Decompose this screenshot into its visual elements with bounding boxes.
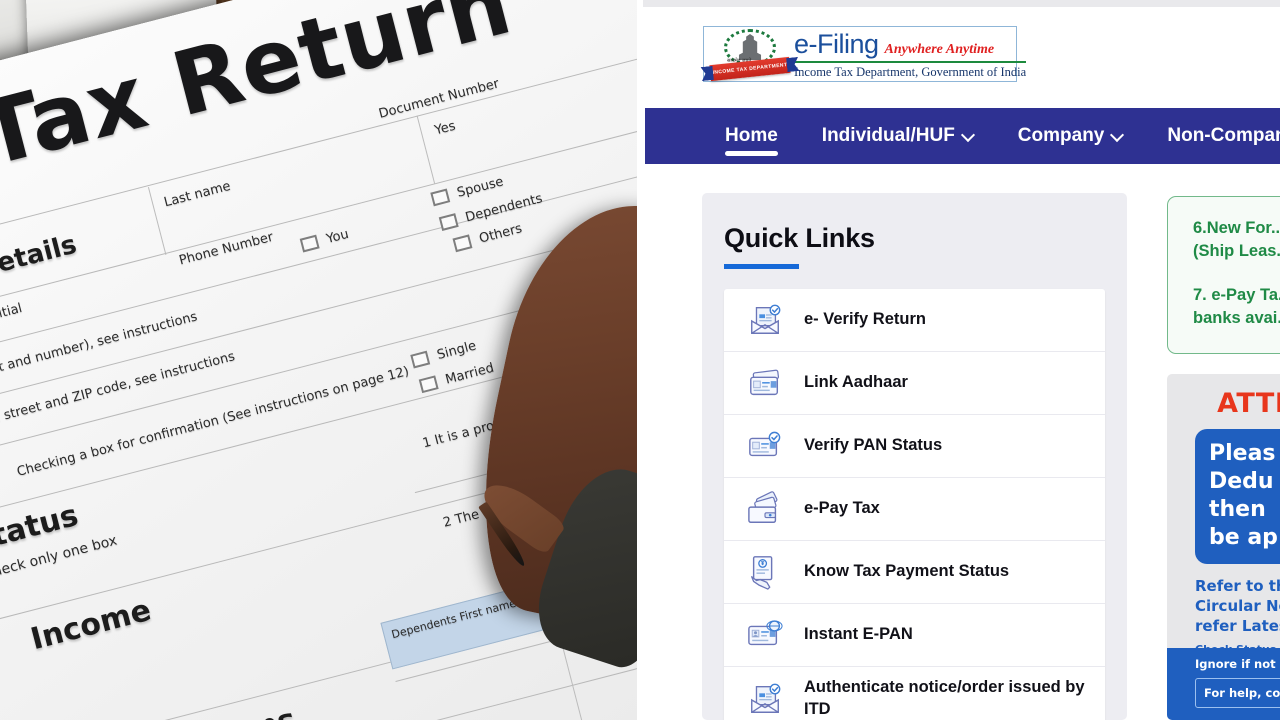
form-income-heading: Income bbox=[27, 592, 155, 658]
update-line-4: banks avai... bbox=[1193, 309, 1280, 328]
update-line-3: 7. e-Pay Ta... bbox=[1193, 285, 1280, 304]
nav-item-home-label: Home bbox=[725, 125, 778, 146]
form-single-label: Single bbox=[435, 338, 478, 363]
form-checkbox-dependents bbox=[438, 213, 459, 231]
quick-links-title: Quick Links bbox=[724, 223, 875, 253]
wallet-cards-icon bbox=[746, 491, 784, 527]
attention-footer: Ignore if not applica For help, contact … bbox=[1167, 648, 1280, 720]
update-line-1: 6.New For... bbox=[1193, 219, 1280, 237]
quick-link-label: Know Tax Payment Status bbox=[804, 562, 1010, 581]
form-you-label: You bbox=[324, 226, 351, 247]
form-confirmation-label: Checking a box for confirmation (See ins… bbox=[15, 364, 411, 480]
form-checkbox-you bbox=[299, 234, 320, 253]
attention-blue-block: Pleas Dedu then be ap bbox=[1195, 429, 1280, 564]
attention-refer-line-3: refer Latest bbox=[1195, 617, 1280, 636]
quick-link-label: Authenticate notice/order issued by ITD bbox=[804, 678, 1085, 718]
chevron-down-icon bbox=[963, 129, 974, 140]
quick-link-instant-e-pan[interactable]: Instant E-PAN bbox=[724, 604, 1105, 667]
latest-updates-card[interactable]: 6.New For... (Ship Leas... 7. e-Pay Ta..… bbox=[1167, 196, 1280, 354]
quick-links-panel: Quick Links e- Verify Return Link Aadhaa… bbox=[702, 193, 1127, 720]
tax-return-photo: Tax Return Document Number ...nal Detail… bbox=[0, 0, 637, 720]
nav-item-individual-huf[interactable]: Individual/HUF bbox=[800, 108, 996, 164]
form-checkbox-single bbox=[410, 350, 431, 369]
brand-tagline: Anywhere Anytime bbox=[884, 41, 995, 57]
screenshot-root: Tax Return Document Number ...nal Detail… bbox=[0, 0, 1280, 720]
quick-link-e-pay-tax[interactable]: e-Pay Tax bbox=[724, 478, 1105, 541]
attention-blue-line-3: then bbox=[1209, 497, 1266, 523]
id-card-check-icon bbox=[746, 428, 784, 464]
form-personal-details-label: ...nal Details bbox=[0, 229, 80, 306]
quick-link-label: Verify PAN Status bbox=[804, 436, 943, 455]
brand-name: e-Filing bbox=[794, 28, 879, 59]
attention-blue-line-4: be ap bbox=[1209, 525, 1278, 551]
site-logo[interactable]: सत्यमेव जयते INCOME TAX DEPARTMENT e-Fil… bbox=[703, 26, 1027, 82]
quick-links-list: e- Verify Return Link Aadhaar Verify PAN… bbox=[724, 289, 1105, 720]
envelope-check-icon bbox=[746, 302, 784, 338]
ribbon-banner: INCOME TAX DEPARTMENT bbox=[709, 56, 791, 82]
quick-link-e-verify-return[interactable]: e- Verify Return bbox=[724, 289, 1105, 352]
quick-link-label: e- Verify Return bbox=[804, 310, 926, 329]
nav-item-home[interactable]: Home bbox=[703, 108, 800, 164]
main-navigation: Home Individual/HUF Company Non-Company bbox=[645, 108, 1280, 164]
hand-receipt-icon bbox=[746, 554, 784, 590]
update-line-2: (Ship Leas... bbox=[1193, 242, 1280, 261]
ribbon-text: INCOME TAX DEPARTMENT bbox=[712, 62, 788, 76]
quick-link-know-tax-payment-status[interactable]: Know Tax Payment Status bbox=[724, 541, 1105, 604]
quick-link-label: Instant E-PAN bbox=[804, 625, 913, 644]
form-spouse-label: Spouse bbox=[455, 174, 506, 201]
attention-refer-line-1: Refer to the bbox=[1195, 576, 1280, 595]
envelope-check-icon bbox=[746, 681, 784, 717]
attention-refer-block: Refer to the Circular No refer Latest bbox=[1195, 576, 1280, 637]
nav-item-non-company[interactable]: Non-Company bbox=[1145, 108, 1280, 164]
quick-link-link-aadhaar[interactable]: Link Aadhaar bbox=[724, 352, 1105, 415]
attention-ignore-note: Ignore if not applica bbox=[1195, 657, 1280, 671]
nav-item-company[interactable]: Company bbox=[996, 108, 1146, 164]
attention-help-label: For help, contact : bbox=[1204, 686, 1280, 700]
quick-link-authenticate-notice[interactable]: Authenticate notice/order issued by ITD bbox=[724, 667, 1105, 720]
form-phone-label: Phone Number bbox=[177, 229, 275, 269]
browser-top-strip bbox=[643, 0, 1280, 7]
form-checkbox-married bbox=[418, 375, 439, 394]
income-tax-emblem-icon: सत्यमेव जयते INCOME TAX DEPARTMENT bbox=[709, 28, 791, 82]
nav-item-non-company-label: Non-Company bbox=[1167, 125, 1280, 146]
logo-divider bbox=[794, 60, 1027, 63]
attention-blue-line-1: Pleas bbox=[1209, 441, 1276, 466]
attention-title: ATTEN bbox=[1217, 388, 1280, 419]
form-yes-label: Yes bbox=[433, 118, 458, 139]
nav-item-individual-huf-label: Individual/HUF bbox=[821, 125, 955, 146]
quick-link-verify-pan-status[interactable]: Verify PAN Status bbox=[724, 415, 1105, 478]
brand-subtitle: Income Tax Department, Government of Ind… bbox=[794, 64, 1027, 79]
attention-help-button[interactable]: For help, contact : bbox=[1195, 678, 1280, 708]
quick-link-label: e-Pay Tax bbox=[804, 499, 880, 518]
id-card-globe-icon bbox=[746, 617, 784, 653]
form-checkbox-others bbox=[452, 234, 473, 253]
form-others-label: Others bbox=[477, 221, 524, 247]
quick-links-underline bbox=[724, 264, 799, 269]
nav-item-company-label: Company bbox=[1017, 125, 1105, 146]
efiling-website: सत्यमेव जयते INCOME TAX DEPARTMENT e-Fil… bbox=[637, 0, 1280, 720]
form-married-label: Married bbox=[443, 360, 496, 388]
form-address-label: ...ess ( street and number), see instruc… bbox=[0, 309, 199, 395]
quick-link-label: Link Aadhaar bbox=[804, 373, 908, 392]
id-card-link-icon bbox=[746, 365, 784, 401]
attention-blue-line-2: Dedu bbox=[1209, 469, 1274, 495]
attention-refer-line-2: Circular No bbox=[1195, 596, 1280, 615]
attention-banner[interactable]: ATTEN Pleas Dedu then be ap Refer to the… bbox=[1167, 374, 1280, 720]
form-last-name-label: Last name bbox=[162, 178, 233, 211]
chevron-down-icon bbox=[1112, 129, 1123, 140]
form-checkbox-spouse bbox=[430, 188, 451, 207]
